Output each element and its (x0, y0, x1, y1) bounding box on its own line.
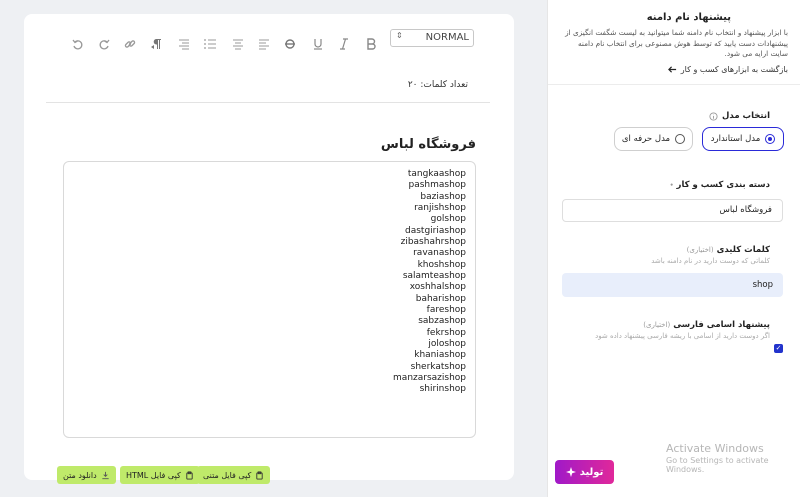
chevron-updown-icon: ⇕ (396, 31, 403, 40)
italic-icon[interactable] (336, 36, 352, 52)
back-link-label: بازگشت به ابزارهای کسب و کار (680, 65, 788, 74)
category-label: دسته بندی کسب و کار • (670, 180, 770, 190)
model-pro-label: مدل حرفه ای (621, 134, 671, 144)
format-select-value: NORMAL (425, 32, 469, 43)
align-center-icon[interactable] (230, 36, 246, 52)
arrow-left-icon (667, 66, 676, 73)
clipboard-icon (186, 470, 193, 480)
domain-names-box[interactable]: tangkaashop pashmashop baziashop ranjishsho… (63, 161, 476, 438)
optional-note: (اختیاری) (686, 246, 714, 254)
link-icon[interactable] (122, 36, 138, 52)
ordered-list-icon[interactable] (202, 36, 218, 52)
domain-name-item: manzarsazishop (393, 372, 466, 383)
panel-description: با ابزار پیشنهاد و انتخاب نام دامنه شما … (565, 28, 788, 58)
model-label: انتخاب مدل (709, 111, 770, 121)
persian-names-label: پیشنهاد اسامی فارسی(اختیاری) (643, 320, 770, 330)
persian-label-text: پیشنهاد اسامی فارسی (673, 320, 770, 330)
category-field[interactable]: فروشگاه لباس (562, 199, 783, 222)
redo-icon[interactable] (96, 36, 112, 52)
sparkle-icon (565, 467, 576, 477)
bold-icon[interactable] (363, 36, 379, 52)
word-count: تعداد کلمات: ۲۰ (407, 80, 468, 90)
download-icon (102, 471, 109, 479)
domain-name-item: golshop (430, 214, 466, 225)
required-dot-icon: • (669, 182, 674, 189)
align-left-icon[interactable] (256, 36, 272, 52)
download-text-button[interactable]: دانلود متن (57, 466, 116, 484)
windows-watermark-subtitle: Go to Settings to activate Windows. (666, 456, 769, 474)
copy-html-label: کپی فایل HTML (126, 470, 181, 480)
copy-text-button[interactable]: کپی فایل متنی (197, 466, 271, 484)
domain-name-item: fareshop (426, 304, 466, 315)
domain-name-item: tangkaashop (407, 169, 466, 179)
model-standard-label: مدل استاندارد (710, 134, 761, 144)
domain-name-item: khoshshop (417, 259, 466, 270)
persian-names-help: اگر دوست دارید از اسامی با ریشه فارسی پی… (595, 332, 770, 340)
document-title[interactable]: فروشگاه لباس (381, 137, 476, 152)
generate-label: تولید (579, 466, 604, 478)
format-select[interactable]: ⇕ NORMAL (390, 29, 474, 47)
domain-name-item: sherkatshop (410, 361, 466, 372)
radio-selected-icon (765, 134, 776, 144)
domain-name-item: baharishop (415, 293, 466, 304)
domain-name-item: fekrshop (426, 327, 466, 338)
radio-unselected-icon (675, 134, 686, 144)
copy-html-button[interactable]: کپی فایل HTML (120, 466, 200, 484)
category-label-text: دسته بندی کسب و کار (676, 180, 770, 190)
model-standard-option[interactable]: مدل استاندارد (702, 127, 784, 151)
domain-name-item: xoshhalshop (409, 282, 466, 293)
rtl-paragraph-icon[interactable] (148, 36, 164, 52)
panel-divider (548, 84, 800, 85)
editor-card: ⇕ NORMAL تعداد کلمات: ۲۰ فروشگاه لباس ta… (24, 14, 514, 484)
download-text-label: دانلود متن (63, 470, 97, 480)
underline-icon[interactable] (310, 36, 326, 52)
keywords-label: کلمات کلیدی(اختیاری) (687, 245, 770, 255)
domain-name-item: baziashop (420, 191, 466, 202)
settings-panel: پیشنهاد نام دامنه با ابزار پیشنهاد و انت… (547, 0, 800, 497)
domain-name-item: ravanashop (413, 248, 466, 259)
model-label-text: انتخاب مدل (722, 111, 770, 121)
undo-icon[interactable] (70, 36, 86, 52)
keywords-help: کلماتی که دوست دارید در نام دامنه باشد (651, 257, 770, 265)
domain-names-list: tangkaashop pashmashop baziashop ranjishsho… (393, 169, 466, 396)
panel-title: پیشنهاد نام دامنه (646, 12, 731, 23)
align-right-icon[interactable] (176, 36, 192, 52)
optional-note: (اختیاری) (643, 321, 671, 329)
domain-name-item: shirinshop (419, 384, 466, 395)
info-icon[interactable] (709, 111, 718, 121)
domain-name-item: pashmashop (408, 180, 466, 191)
generate-button[interactable]: تولید (555, 460, 614, 484)
domain-name-item: khaniashop (414, 350, 466, 361)
domain-name-item: sabzashop (418, 316, 466, 327)
keywords-label-text: کلمات کلیدی (716, 245, 770, 255)
persian-names-checkbox[interactable]: ✓ (774, 344, 783, 353)
domain-name-item: ranjishshop (414, 202, 466, 213)
back-to-tools-link[interactable]: بازگشت به ابزارهای کسب و کار (667, 65, 788, 74)
windows-watermark-title: Activate Windows (666, 442, 764, 455)
editor-divider (46, 102, 490, 103)
domain-name-item: dastgiriashop (405, 225, 466, 236)
copy-text-label: کپی فایل متنی (203, 470, 252, 480)
domain-name-item: salamteashop (402, 270, 466, 281)
strikethrough-icon[interactable] (282, 36, 298, 52)
domain-name-item: joloshop (428, 338, 466, 349)
model-pro-option[interactable]: مدل حرفه ای (614, 127, 693, 151)
domain-name-item: zibashahrshop (400, 236, 466, 247)
keywords-field[interactable]: shop (562, 273, 783, 297)
clipboard-icon (256, 470, 263, 480)
